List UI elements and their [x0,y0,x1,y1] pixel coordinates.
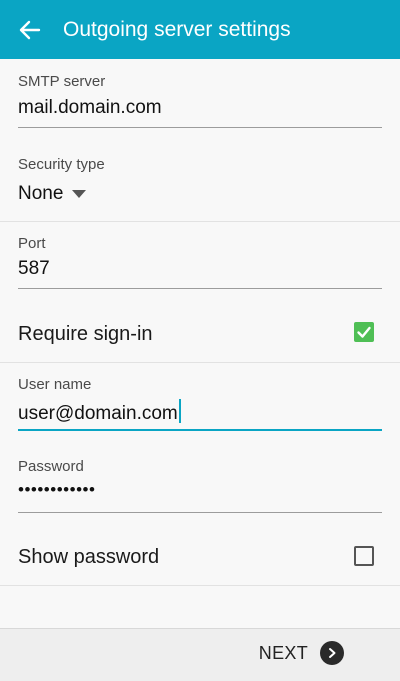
smtp-server-input[interactable]: mail.domain.com [18,97,162,119]
divider [0,585,400,586]
username-label: User name [18,376,92,393]
arrow-back-icon [19,20,41,39]
password-label: Password [18,458,84,475]
port-underline [18,288,382,289]
require-signin-label: Require sign-in [18,323,153,345]
port-input[interactable]: 587 [18,258,50,280]
username-underline [18,429,382,431]
text-cursor [178,399,181,423]
password-input[interactable]: •••••••••••• [18,480,95,500]
security-type-label: Security type [18,156,105,173]
show-password-checkbox[interactable] [354,546,374,566]
dropdown-arrow-icon[interactable] [72,190,86,198]
show-password-label: Show password [18,546,160,568]
require-signin-checkbox[interactable] [354,322,374,342]
checkmark-icon [357,326,371,338]
username-value: user@domain.com [18,403,178,424]
next-button[interactable]: NEXT [259,641,344,665]
port-label: Port [18,235,46,252]
app-bar: Outgoing server settings [0,0,400,59]
divider [0,362,400,363]
divider [0,221,400,222]
username-input[interactable]: user@domain.com [18,399,181,425]
smtp-server-label: SMTP server [18,73,106,90]
chevron-right-circle-icon [320,641,344,665]
password-underline [18,512,382,513]
security-type-select[interactable]: None [18,183,63,205]
next-label: NEXT [258,642,308,663]
smtp-server-underline [18,127,382,128]
bottom-bar: NEXT [0,628,400,681]
page-title: Outgoing server settings [63,17,291,41]
back-button[interactable] [5,0,55,59]
